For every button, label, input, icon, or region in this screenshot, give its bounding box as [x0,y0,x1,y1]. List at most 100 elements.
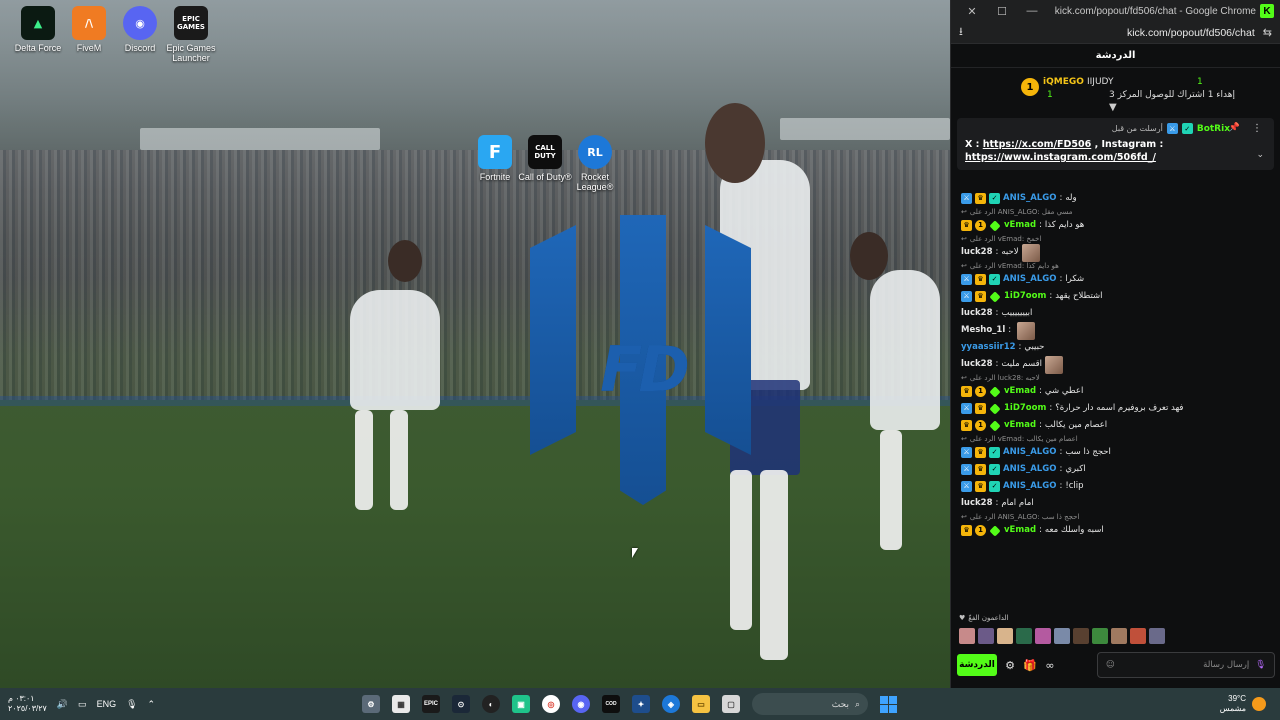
pin-icon[interactable]: 📌 [1229,123,1240,133]
collapse-icon[interactable]: ▼ [1109,102,1117,113]
chat-username[interactable]: luck28 [961,498,993,509]
chat-message[interactable]: ↩ الرد على ANIS_ALGO: مسي مقل ♛ 1 vEmad: هو د… [961,207,1271,234]
chat-username[interactable]: ANIS_ALGO [1003,481,1056,492]
settings-icon[interactable]: ⚙ [1003,659,1017,672]
obs-icon[interactable]: ◐ [482,695,500,713]
chat-message[interactable]: ⚔ ♛ 1iD7oom: فهد تعرف بروفيرم اسمه دار حرار… [961,400,1271,417]
reply-context[interactable]: ↩ الرد على luck28: لاحبه [961,373,1271,383]
microphone-icon[interactable]: 🎙 [126,699,137,710]
reply-context[interactable]: ↩ الرد على vEmad: اخمخ [961,234,1271,244]
leaderboard-user[interactable]: iQMEGO [1043,77,1084,87]
store-app-icon[interactable]: ▦ [392,695,410,713]
chat-message-list[interactable]: ⚔ ♛ ✓ ANIS_ALGO: وله ↩ الرد على ANIS_ALGO: مسي… [951,190,1280,610]
chat-username[interactable]: luck28 [961,247,993,258]
microphone-icon[interactable]: 🎙 [1255,660,1266,670]
battlenet-icon[interactable]: ✦ [632,695,650,713]
chat-message[interactable]: yyaassiir12: حبيبي [961,339,1271,356]
chat-message[interactable]: ⚔ ♛ ✓ ANIS_ALGO: وله [961,190,1271,207]
gift-icon[interactable]: 🎁 [1023,659,1037,672]
chat-username[interactable]: vEmad [1004,420,1036,431]
close-icon[interactable]: ✕ [957,5,987,18]
leaderboard-user[interactable]: IIJUDY [1087,77,1114,87]
send-chat-button[interactable]: الدردشة [957,654,997,676]
reply-context[interactable]: ↩ الرد على vEmad: هو دايم كذا [961,261,1271,271]
chat-input[interactable]: ☺ إرسال رسالة 🎙 [1097,652,1275,678]
chrome-icon[interactable]: ◎ [542,695,560,713]
chat-message[interactable]: ↩ الرد على vEmad: اخمخ luck28: لاحبه [961,234,1271,262]
chat-username[interactable]: vEmad [1004,220,1036,231]
windows-start-icon[interactable] [880,695,897,713]
supporter-avatar[interactable] [1016,628,1032,644]
network-icon[interactable]: ▭ [78,699,87,710]
window-app-icon[interactable]: ▢ [722,695,740,713]
chat-username[interactable]: ANIS_ALGO [1003,447,1056,458]
community-icon[interactable]: ∞ [1043,659,1057,672]
chat-message[interactable]: luck28: امام امام [961,495,1271,512]
chat-message[interactable]: ↩ الرد على vEmad: اعصام مين يكالب ⚔ ♛ ✓ ANIS_… [961,434,1271,461]
epic-games-taskbar-icon[interactable]: EPIC [422,695,440,713]
chevron-down-icon[interactable]: ⌄ [1256,150,1264,160]
reply-context[interactable]: ↩ الرد على vEmad: اعصام مين يكالب [961,434,1271,444]
supporter-avatar[interactable] [1130,628,1146,644]
url-text[interactable]: kick.com/popout/fd506/chat [963,27,1263,39]
reply-context[interactable]: ↩ الرد على ANIS_ALGO: احجج ذا سب [961,512,1271,522]
chat-username[interactable]: yyaassiir12 [961,342,1016,353]
site-settings-icon[interactable]: ⇆ [1263,26,1272,39]
chat-username[interactable]: ANIS_ALGO [1003,193,1056,204]
desktop-icon-fivem[interactable]: /\ FiveM [61,6,117,53]
desktop-icon-delta-force[interactable]: ▲ Delta Force [10,6,66,53]
supporter-avatar[interactable] [1149,628,1165,644]
chat-username[interactable]: ANIS_ALGO [1003,274,1056,285]
supporter-avatar[interactable] [1054,628,1070,644]
chat-message[interactable]: ♛ 1 vEmad: اعصام مين يكالب [961,417,1271,434]
desktop-icon-rocket-league[interactable]: RL Rocket League® [567,135,623,192]
chat-message[interactable]: luck28: اقسم مليت [961,355,1271,374]
taskbar-search[interactable]: بحث ⌕ [752,693,868,715]
bot-username[interactable]: BotRix [1197,124,1230,134]
chat-message[interactable]: ↩ الرد على ANIS_ALGO: احجج ذا سب ♛ 1 vEmad: ا… [961,512,1271,539]
discord-taskbar-icon[interactable]: ◉ [572,695,590,713]
chat-username[interactable]: 1iD7oom [1004,291,1046,302]
chat-username[interactable]: Mesho_1l [961,325,1005,336]
maximize-icon[interactable]: ☐ [987,5,1017,18]
pinned-link-x[interactable]: https://x.com/FD506 [983,139,1092,150]
chevron-up-icon[interactable]: ⌃ [148,699,156,710]
more-options-icon[interactable]: ⋮ [1252,123,1262,134]
capture-app-icon[interactable]: ▣ [512,695,530,713]
chat-username[interactable]: vEmad [1004,525,1036,536]
chat-message[interactable]: ↩ الرد على vEmad: هو دايم كذا ⚔ ♛ ✓ ANIS_ALGO… [961,261,1271,288]
desktop-icon-fortnite[interactable]: F Fortnite [467,135,523,182]
supporter-avatar[interactable] [1073,628,1089,644]
supporter-avatar[interactable] [978,628,994,644]
desktop-icon-discord[interactable]: ◉ Discord [112,6,168,53]
taskbar-clock[interactable]: ٠٣:٠١ م ٢٠٢٥/٠٣/٢٧ [8,694,47,714]
supporter-avatar[interactable] [1035,628,1051,644]
steam-icon[interactable]: ⊙ [452,695,470,713]
call-of-duty-taskbar-icon[interactable]: COD [602,695,620,713]
chat-username[interactable]: 1iD7oom [1004,403,1046,414]
rocket-league-taskbar-icon[interactable]: ◈ [662,695,680,713]
supporter-avatar[interactable] [1092,628,1108,644]
supporter-avatar[interactable] [997,628,1013,644]
weather-widget[interactable]: 39°C مشمس [1220,694,1266,714]
reply-context[interactable]: ↩ الرد على ANIS_ALGO: مسي مقل [961,207,1271,217]
settings-app-icon[interactable]: ⚙ [362,695,380,713]
emoji-icon[interactable]: ☺ [1106,660,1115,670]
desktop-icon-epic-games[interactable]: EPIC GAMES Epic Games Launcher [163,6,219,63]
desktop-icon-call-of-duty[interactable]: CALL DUTY Call of Duty® [517,135,573,182]
chat-message[interactable]: Mesho_1l: [961,321,1271,340]
chat-message[interactable]: luck28: ابيييييييب [961,305,1271,322]
minimize-icon[interactable]: — [1017,5,1047,17]
chat-username[interactable]: ANIS_ALGO [1003,464,1056,475]
language-indicator[interactable]: ENG [97,699,117,709]
supporter-avatar[interactable] [959,628,975,644]
file-explorer-icon[interactable]: ▭ [692,695,710,713]
chat-message[interactable]: ⚔ ♛ ✓ ANIS_ALGO: !clip [961,478,1271,495]
supporter-avatar[interactable] [1111,628,1127,644]
pinned-link-instagram[interactable]: https://www.instagram.com/506fd_/ [965,152,1156,163]
chat-username[interactable]: luck28 [961,359,993,370]
chat-username[interactable]: vEmad [1004,386,1036,397]
chat-message[interactable]: ⚔ ♛ ✓ ANIS_ALGO: اكبري [961,461,1271,478]
volume-icon[interactable]: 🔊 [57,699,68,710]
chat-username[interactable]: luck28 [961,308,993,319]
